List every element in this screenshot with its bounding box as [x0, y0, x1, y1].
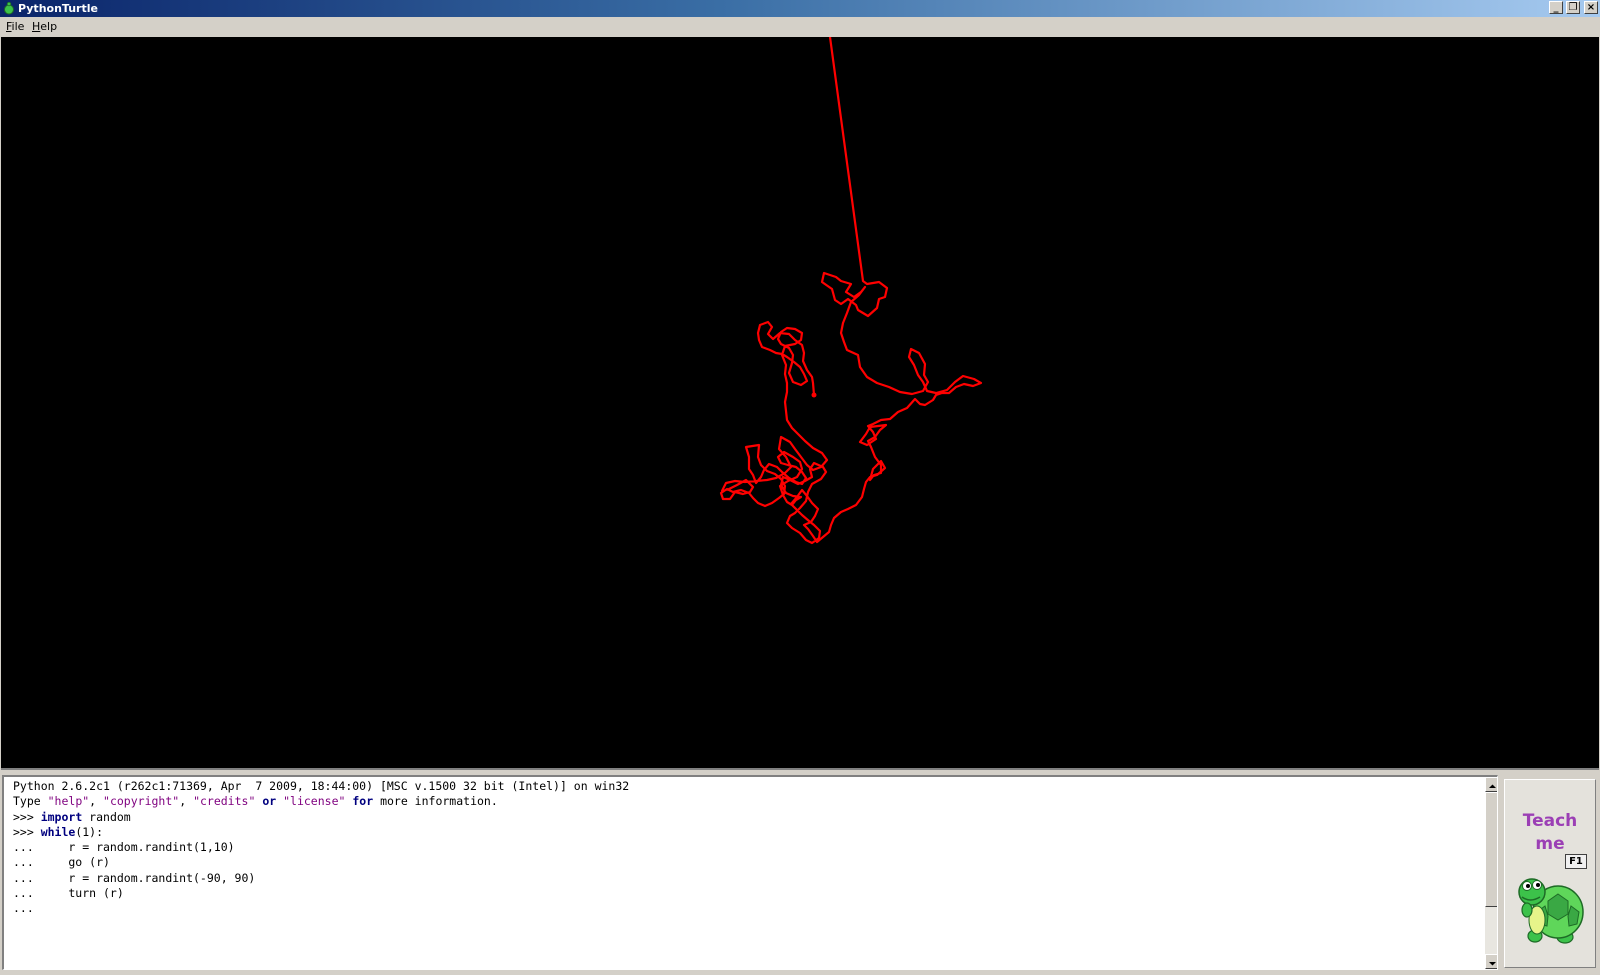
shell-keyword: or [262, 794, 277, 809]
scroll-down-button[interactable] [1485, 954, 1497, 969]
shell-line: ... [13, 901, 1473, 916]
shell-string: "copyright" [103, 794, 180, 809]
shell-line: ... go (r) [13, 855, 1473, 870]
shell-text-segment: Python 2.6.2c1 (r262c1:71369, Apr 7 2009… [13, 779, 630, 793]
menu-file-label-rest: ile [11, 20, 25, 33]
turtle-drawing [719, 37, 983, 545]
shell-keyword: for [352, 794, 374, 809]
turtle-mascot-icon [1518, 878, 1584, 944]
shell-keyword: while [40, 824, 76, 839]
menu-file[interactable]: File [4, 17, 26, 37]
shell-keyword: import [40, 809, 83, 824]
shell-text-segment: , [89, 794, 104, 809]
shell-line: ... r = random.randint(1,10) [13, 840, 1473, 855]
teach-me-line2: me [1535, 834, 1565, 854]
python-shell[interactable]: Python 2.6.2c1 (r262c1:71369, Apr 7 2009… [2, 775, 1498, 970]
menu-help-label-rest: elp [40, 20, 58, 33]
scroll-up-button[interactable] [1485, 777, 1497, 792]
shell-output[interactable]: Python 2.6.2c1 (r262c1:71369, Apr 7 2009… [13, 779, 1473, 917]
shell-text-segment: , [179, 794, 194, 809]
shell-text-segment: random [82, 809, 131, 824]
shell-text-segment: >>> [13, 809, 41, 824]
python-turtle-window: PythonTurtle _ ❐ × File Help Python 2.6.… [0, 0, 1600, 975]
shell-string: "help" [47, 794, 90, 809]
shell-text-segment: ... r = random.randint(1,10) [13, 840, 235, 855]
teach-me-line1: Teach [1522, 811, 1578, 831]
shell-line: Type "help", "copyright", "credits" or "… [13, 794, 1473, 809]
shell-text-segment: ... r = random.randint(-90, 90) [13, 870, 256, 885]
teach-me-label: Teach me [1505, 810, 1595, 856]
shell-line: Python 2.6.2c1 (r262c1:71369, Apr 7 2009… [13, 779, 1473, 794]
title-bar[interactable]: PythonTurtle _ ❐ × [0, 0, 1600, 17]
shell-scrollbar[interactable] [1485, 777, 1497, 969]
turtle-canvas[interactable] [1, 37, 1599, 770]
menu-bar: File Help [0, 17, 1600, 37]
window-bottom-edge [0, 970, 1600, 975]
window-title: PythonTurtle [18, 2, 98, 15]
shell-text-segment: more information. [373, 794, 498, 809]
close-button[interactable]: × [1584, 1, 1598, 14]
turtle-path [719, 37, 983, 545]
turtle-icon [4, 2, 14, 15]
shell-text-segment: ... go (r) [13, 855, 110, 870]
menu-help[interactable]: Help [30, 17, 59, 37]
minimize-button[interactable]: _ [1549, 1, 1563, 14]
arrow-down-icon [1489, 962, 1496, 966]
scroll-thumb[interactable] [1485, 792, 1497, 907]
shell-text-segment: Type [13, 794, 48, 809]
shell-text-segment: >>> [13, 824, 41, 839]
shell-text-segment: (1): [75, 824, 104, 839]
shell-line: ... turn (r) [13, 886, 1473, 901]
f1-shortcut-badge: F1 [1565, 854, 1587, 869]
shell-line: >>> while(1): [13, 825, 1473, 840]
shell-string: "license" [283, 794, 346, 809]
turtle-sprite [811, 392, 817, 398]
shell-line: >>> import random [13, 810, 1473, 825]
shell-string: "credits" [193, 794, 256, 809]
shell-text-segment: ... turn (r) [13, 886, 124, 901]
maximize-button[interactable]: ❐ [1566, 1, 1580, 14]
shell-line: ... r = random.randint(-90, 90) [13, 871, 1473, 886]
teach-me-button[interactable]: Teach me F1 [1504, 779, 1596, 968]
shell-text-segment: ... [13, 901, 34, 916]
